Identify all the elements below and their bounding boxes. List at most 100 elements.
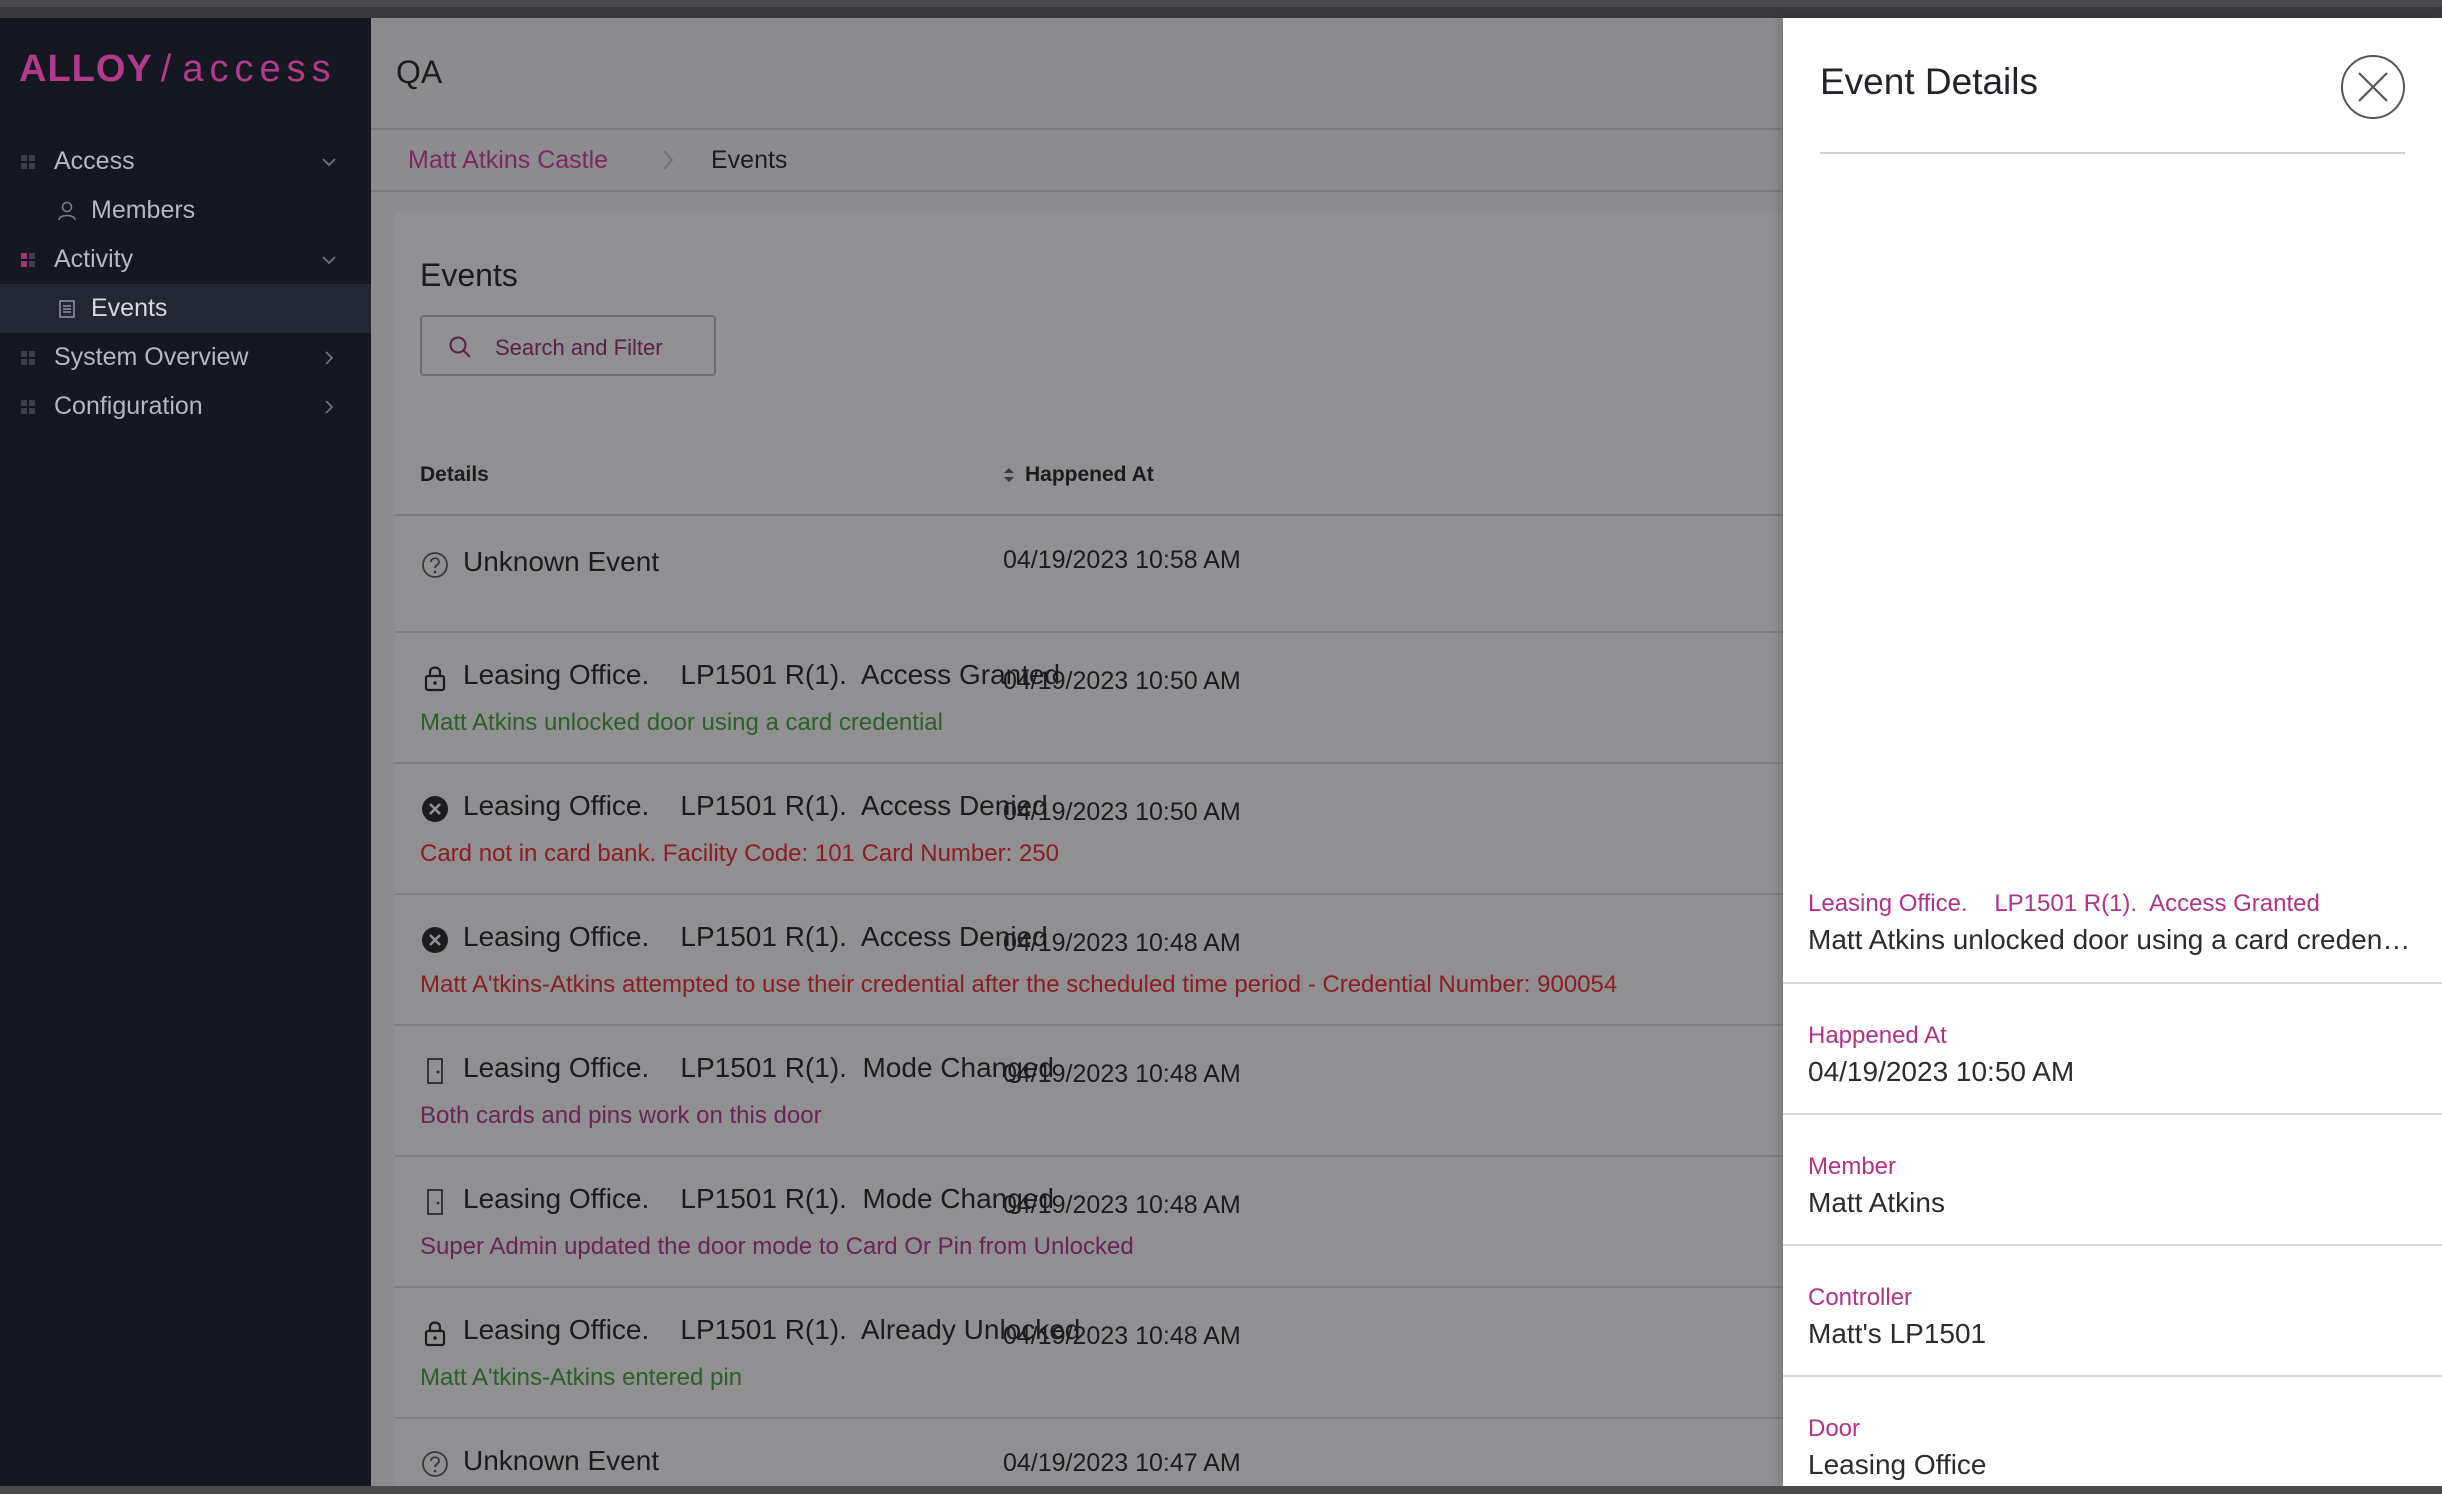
event-happened-at: 04/19/2023 10:58 AM [1003, 546, 1241, 574]
event-happened-at: 04/19/2023 10:50 AM [1003, 798, 1241, 826]
sidebar-item-label: Events [91, 294, 168, 322]
event-title: Leasing Office. LP1501 R(1). Access Deni… [463, 921, 1048, 952]
event-title: Leasing Office. LP1501 R(1). Access Gran… [463, 659, 1061, 690]
search-filter-input[interactable]: Search and Filter [420, 315, 716, 376]
detail-label-event: Leasing Office. LP1501 R(1). Access Gran… [1808, 890, 2320, 917]
chevron-right-icon [325, 350, 334, 365]
alloy-access-logo[interactable]: ALLOY / access [19, 48, 337, 91]
detail-label-controller: Controller [1808, 1284, 1913, 1311]
sidebar-item-activity[interactable]: Activity [0, 235, 371, 284]
page-header: QA [371, 18, 1783, 130]
events-panel: Events Search and Filter Details Happene… [395, 213, 1783, 1486]
event-happened-at: 04/19/2023 10:47 AM [1003, 1449, 1241, 1477]
page-title: QA [396, 54, 443, 90]
event-row[interactable]: Leasing Office. LP1501 R(1). Mode Change… [395, 1157, 1783, 1288]
main-content: QA Matt Atkins Castle Events Events Sear… [371, 18, 1783, 1486]
lock-icon [420, 1318, 450, 1348]
event-row[interactable]: Leasing Office. LP1501 R(1). Access Deni… [395, 764, 1783, 895]
sidebar-item-system-overview[interactable]: System Overview [0, 333, 371, 382]
event-row[interactable]: Unknown Event 04/19/2023 10:58 AM [395, 516, 1783, 633]
detail-value-door: Leasing Office [1808, 1449, 1987, 1480]
sidebar-item-members[interactable]: Members [0, 186, 371, 235]
event-happened-at: 04/19/2023 10:50 AM [1003, 667, 1241, 695]
event-title: Leasing Office. LP1501 R(1). Access Deni… [463, 790, 1048, 821]
detail-label-happened-at: Happened At [1808, 1022, 1947, 1049]
event-row[interactable]: Leasing Office. LP1501 R(1). Mode Change… [395, 1026, 1783, 1157]
event-description: Matt Atkins unlocked door using a card c… [420, 709, 943, 736]
detail-value-controller: Matt's LP1501 [1808, 1318, 1987, 1349]
events-title: Events [420, 257, 518, 293]
event-happened-at: 04/19/2023 10:48 AM [1003, 929, 1241, 957]
logo-brand: ALLOY [19, 48, 153, 90]
event-happened-at: 04/19/2023 10:48 AM [1003, 1060, 1241, 1088]
configuration-section-icon [21, 399, 35, 414]
event-description: Super Admin updated the door mode to Car… [420, 1233, 1134, 1260]
sidebar-item-label: Activity [54, 245, 134, 273]
event-row[interactable]: Leasing Office. LP1501 R(1). Already Unl… [395, 1288, 1783, 1419]
event-happened-at: 04/19/2023 10:48 AM [1003, 1322, 1241, 1350]
chevron-right-icon [325, 399, 334, 414]
event-details-drawer: Event Details Leasing Office. LP1501 R(1… [1783, 18, 2442, 1486]
close-drawer-button[interactable] [2341, 55, 2405, 119]
column-header-details[interactable]: Details [420, 463, 489, 487]
column-header-happened-at[interactable]: Happened At [1025, 463, 1154, 487]
event-title: Unknown Event [463, 546, 660, 577]
sidebar-item-label: System Overview [54, 343, 249, 371]
event-row[interactable]: Leasing Office. LP1501 R(1). Access Deni… [395, 895, 1783, 1026]
chevron-down-icon [322, 157, 336, 166]
detail-field-controller: Controller Matt's LP1501 [1783, 1246, 2442, 1377]
detail-field-happened-at: Happened At 04/19/2023 10:50 AM [1783, 984, 2442, 1115]
lock-icon [420, 663, 450, 693]
sidebar-item-label: Access [54, 147, 135, 175]
logo-product: access [182, 48, 337, 90]
window-bottom-edge [0, 1486, 2442, 1494]
access-section-icon [21, 154, 35, 169]
detail-value-happened-at: 04/19/2023 10:50 AM [1808, 1056, 2075, 1087]
event-title: Unknown Event [463, 1445, 660, 1476]
event-description: Matt A'tkins-Atkins entered pin [420, 1364, 743, 1391]
detail-label-door: Door [1808, 1415, 1861, 1442]
event-description: Both cards and pins work on this door [420, 1102, 822, 1129]
list-icon [59, 299, 75, 318]
question-icon [420, 1449, 450, 1479]
close-icon [2358, 72, 2388, 102]
event-title: Leasing Office. LP1501 R(1). Already Unl… [463, 1314, 1081, 1345]
event-title: Leasing Office. LP1501 R(1). Mode Change… [463, 1052, 1054, 1083]
sidebar-item-label: Members [91, 196, 196, 224]
breadcrumb-current: Events [711, 145, 788, 174]
sort-icon[interactable] [1001, 465, 1017, 485]
detail-field-event: Leasing Office. LP1501 R(1). Access Gran… [1783, 864, 2442, 984]
chevron-down-icon [322, 255, 336, 264]
sidebar-item-label: Configuration [54, 392, 203, 420]
event-row[interactable]: Unknown Event 04/19/2023 10:47 AM [395, 1419, 1783, 1486]
sidebar-item-events[interactable]: Events [0, 284, 371, 333]
sidebar: ALLOY / access Access Members Activity Eve… [0, 18, 371, 1486]
breadcrumb-parent-link[interactable]: Matt Atkins Castle [408, 146, 608, 175]
person-icon [58, 201, 76, 220]
sidebar-item-configuration[interactable]: Configuration [0, 382, 371, 431]
door-icon [420, 1187, 450, 1217]
search-placeholder: Search and Filter [495, 335, 663, 360]
window-top-edge [0, 0, 2442, 7]
event-description: Matt A'tkins-Atkins attempted to use the… [420, 971, 1618, 998]
detail-value-member: Matt Atkins [1808, 1187, 1945, 1218]
system-overview-section-icon [21, 350, 35, 365]
breadcrumb: Matt Atkins Castle Events [371, 130, 1783, 192]
detail-field-door: Door Leasing Office [1783, 1377, 2442, 1486]
door-icon [420, 1056, 450, 1086]
x-circle-icon [420, 925, 450, 955]
activity-section-icon [21, 252, 35, 267]
drawer-title: Event Details [1820, 61, 2038, 102]
drawer-divider [1820, 152, 2405, 154]
detail-value-event: Matt Atkins unlocked door using a card c… [1808, 924, 2418, 955]
detail-label-member: Member [1808, 1153, 1897, 1180]
search-icon [449, 336, 471, 358]
event-row[interactable]: Leasing Office. LP1501 R(1). Access Gran… [395, 633, 1783, 764]
event-title: Leasing Office. LP1501 R(1). Mode Change… [463, 1183, 1054, 1214]
sidebar-item-access[interactable]: Access [0, 137, 371, 186]
logo-slash: / [160, 48, 175, 90]
question-icon [420, 550, 450, 580]
detail-field-member: Member Matt Atkins [1783, 1115, 2442, 1246]
event-description: Card not in card bank. Facility Code: 10… [420, 840, 1059, 867]
x-circle-icon [420, 794, 450, 824]
